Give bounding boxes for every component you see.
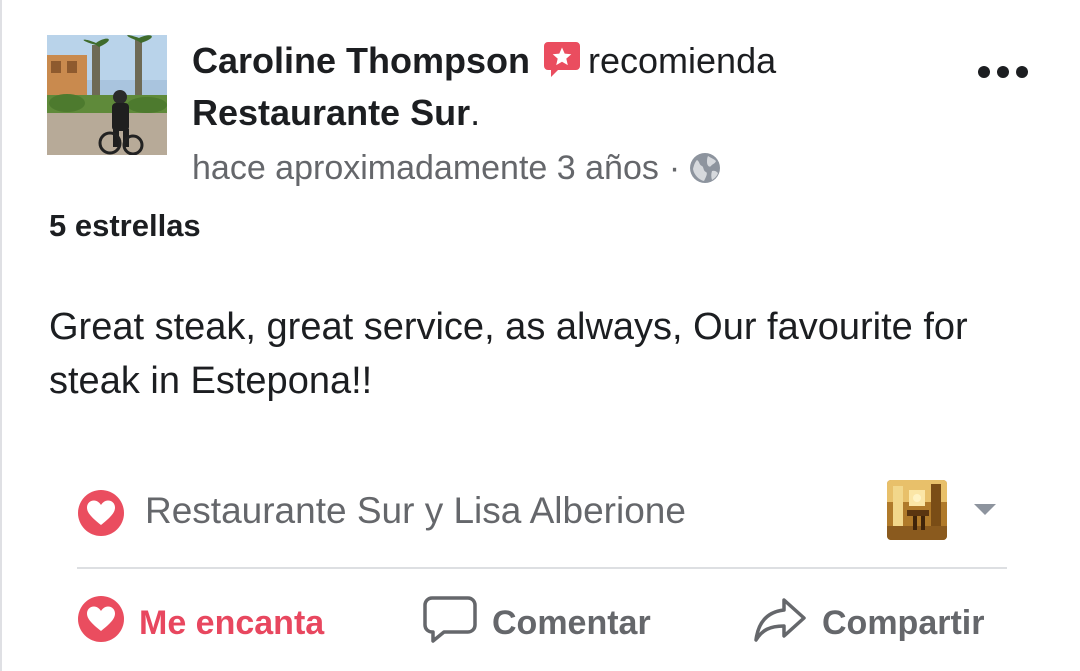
share-button-label: Compartir [822, 603, 985, 642]
comment-button-label: Comentar [492, 603, 651, 642]
author-avatar[interactable] [47, 35, 167, 155]
comment-bubble-icon [422, 593, 478, 654]
author-name[interactable]: Caroline Thompson [192, 40, 530, 81]
action-verb: recomienda [588, 40, 777, 81]
divider [77, 567, 1007, 569]
reaction-names[interactable]: Restaurante Sur y Lisa Alberione [145, 488, 686, 534]
comment-button[interactable]: Comentar [422, 595, 651, 651]
restaurant-thumbnail[interactable] [887, 480, 947, 540]
meta-separator: · [668, 149, 681, 187]
more-dots-icon [978, 66, 1028, 78]
love-button-label: Me encanta [139, 603, 325, 642]
reactions-summary[interactable]: Restaurante Sur y Lisa Alberione [77, 480, 1007, 542]
post-meta: hace aproximadamente 3 años · [192, 146, 952, 196]
more-options-button[interactable] [977, 62, 1029, 82]
heart-icon [77, 595, 125, 652]
share-arrow-icon [752, 594, 808, 653]
post-header: Caroline Thompson recomienda Restaurante … [192, 38, 952, 196]
globe-icon [688, 151, 722, 196]
review-post: Caroline Thompson recomienda Restaurante … [0, 0, 1080, 671]
action-bar: Me encanta Comentar Compartir [77, 595, 1007, 651]
share-button[interactable]: Compartir [752, 595, 984, 651]
heart-reaction-icon [77, 489, 125, 542]
caret-down-icon[interactable] [972, 501, 998, 522]
review-text: Great steak, great service, as always, O… [49, 306, 968, 402]
page-name-link[interactable]: Restaurante Sur [192, 92, 470, 133]
page-name-suffix: . [470, 92, 481, 133]
post-timestamp[interactable]: hace aproximadamente 3 años [192, 149, 659, 187]
review-rating: 5 estrellas [49, 208, 201, 243]
love-button[interactable]: Me encanta [77, 595, 324, 651]
recommend-star-badge-icon [542, 39, 582, 90]
post-title-line-1: Caroline Thompson recomienda [192, 38, 952, 90]
post-title-line-2: Restaurante Sur. [192, 90, 952, 136]
